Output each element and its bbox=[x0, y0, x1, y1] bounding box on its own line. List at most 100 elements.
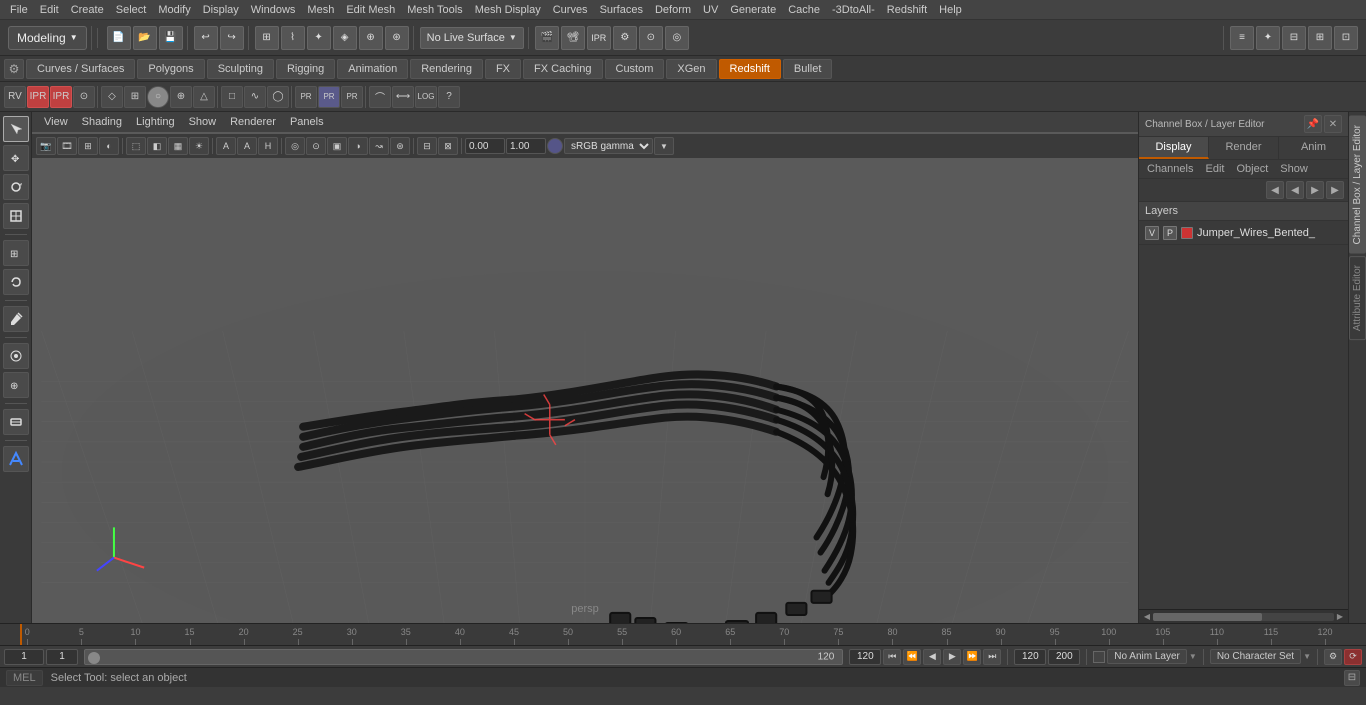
vp-isolate-btn[interactable]: ◎ bbox=[285, 137, 305, 155]
menu-redshift[interactable]: Redshift bbox=[881, 2, 933, 18]
snap-view-button[interactable]: ◈ bbox=[333, 26, 357, 50]
vp-cam-btn[interactable]: 📷 bbox=[36, 137, 56, 155]
scale-tool-button[interactable] bbox=[3, 203, 29, 229]
vp-backface-btn[interactable]: ▣ bbox=[327, 137, 347, 155]
rs-torus-btn[interactable]: ⊕ bbox=[170, 86, 192, 108]
vp-texture-btn[interactable]: ▦ bbox=[168, 137, 188, 155]
viewport[interactable]: View Shading Lighting Show Renderer Pane… bbox=[32, 112, 1138, 623]
menu-surfaces[interactable]: Surfaces bbox=[594, 2, 649, 18]
snap-live-button[interactable]: ⊛ bbox=[385, 26, 409, 50]
menu-modify[interactable]: Modify bbox=[152, 2, 196, 18]
mode-settings-icon[interactable]: ⚙ bbox=[4, 59, 24, 79]
vp-menu-show[interactable]: Show bbox=[183, 115, 223, 129]
mode-redshift[interactable]: Redshift bbox=[719, 59, 781, 79]
menu-create[interactable]: Create bbox=[65, 2, 110, 18]
vp-shadow-btn[interactable]: ◐ bbox=[99, 137, 119, 155]
vp-light-btn[interactable]: ☀ bbox=[189, 137, 209, 155]
vp-colorspace-down[interactable]: ▼ bbox=[654, 137, 674, 155]
maximize-button[interactable]: ⊡ bbox=[1334, 26, 1358, 50]
rp-layer-icon2[interactable]: ◀ bbox=[1286, 181, 1304, 199]
start-frame-input[interactable] bbox=[46, 649, 78, 665]
no-character-set-dropdown[interactable]: No Character Set bbox=[1210, 649, 1301, 664]
snap-curve-button[interactable]: ⌇ bbox=[281, 26, 305, 50]
side-tab-attribute-editor[interactable]: Attribute Editor bbox=[1349, 256, 1366, 340]
hide-button[interactable] bbox=[3, 409, 29, 435]
vp-aa2-btn[interactable]: A bbox=[237, 137, 257, 155]
menu-curves[interactable]: Curves bbox=[547, 2, 594, 18]
sculpt-button[interactable]: ⊕ bbox=[3, 372, 29, 398]
mode-sculpting[interactable]: Sculpting bbox=[207, 59, 274, 79]
vp-gamma-input[interactable] bbox=[465, 138, 505, 154]
menu-cache[interactable]: Cache bbox=[782, 2, 826, 18]
attribute-editor-button[interactable]: ✦ bbox=[1256, 26, 1280, 50]
rs-cube-btn[interactable]: □ bbox=[221, 86, 243, 108]
channel-tab-render[interactable]: Render bbox=[1209, 137, 1279, 159]
ipr-button[interactable]: IPR bbox=[587, 26, 611, 50]
pb-step-back[interactable]: ⏪ bbox=[903, 649, 921, 665]
rp-close-btn[interactable]: ✕ bbox=[1324, 115, 1342, 133]
no-live-surface-dropdown[interactable]: No Live Surface ▼ bbox=[420, 27, 524, 49]
menu-mesh[interactable]: Mesh bbox=[301, 2, 340, 18]
vp-menu-panels[interactable]: Panels bbox=[284, 115, 330, 129]
vp-menu-shading[interactable]: Shading bbox=[76, 115, 128, 129]
select-tool-button[interactable] bbox=[3, 116, 29, 142]
vp-exposure-input[interactable] bbox=[506, 138, 546, 154]
new-scene-button[interactable]: 📄 bbox=[107, 26, 131, 50]
rp-scroll-left[interactable]: ◀ bbox=[1141, 611, 1153, 623]
vp-extra2-btn[interactable]: ⊠ bbox=[438, 137, 458, 155]
mode-xgen[interactable]: XGen bbox=[666, 59, 716, 79]
vp-aa-btn[interactable]: A bbox=[216, 137, 236, 155]
channel-sub-channels[interactable]: Channels bbox=[1143, 162, 1197, 176]
rs-ipr2-btn[interactable]: IPR bbox=[50, 86, 72, 108]
layer-row-1[interactable]: V P Jumper_Wires_Bented_ bbox=[1139, 221, 1348, 245]
vp-colorspace-select[interactable]: sRGB gamma bbox=[564, 138, 653, 154]
range-playhead-thumb[interactable] bbox=[88, 652, 100, 664]
menu-edit-mesh[interactable]: Edit Mesh bbox=[340, 2, 401, 18]
menu-edit[interactable]: Edit bbox=[34, 2, 65, 18]
render-seq-button[interactable]: 📽 bbox=[561, 26, 585, 50]
mode-animation[interactable]: Animation bbox=[337, 59, 408, 79]
mode-custom[interactable]: Custom bbox=[605, 59, 665, 79]
layer-vis-v[interactable]: V bbox=[1145, 226, 1159, 240]
mode-fx[interactable]: FX bbox=[485, 59, 521, 79]
mode-fx-caching[interactable]: FX Caching bbox=[523, 59, 602, 79]
mode-rigging[interactable]: Rigging bbox=[276, 59, 335, 79]
vp-hud-btn[interactable]: H bbox=[258, 137, 278, 155]
snap-point-button[interactable]: ✦ bbox=[307, 26, 331, 50]
rs-wave-btn[interactable]: ∿ bbox=[244, 86, 266, 108]
render-settings-button[interactable]: ⚙ bbox=[613, 26, 637, 50]
lasso-select-button[interactable] bbox=[3, 269, 29, 295]
channel-sub-edit[interactable]: Edit bbox=[1201, 162, 1228, 176]
rp-layer-icon4[interactable]: ▶ bbox=[1326, 181, 1344, 199]
anim-max-input[interactable] bbox=[1048, 649, 1080, 665]
menu-mesh-display[interactable]: Mesh Display bbox=[469, 2, 547, 18]
rotate-tool-button[interactable] bbox=[3, 174, 29, 200]
save-scene-button[interactable]: 💾 bbox=[159, 26, 183, 50]
soft-select-button[interactable] bbox=[3, 343, 29, 369]
vp-menu-lighting[interactable]: Lighting bbox=[130, 115, 181, 129]
rs-shape-btn[interactable]: △ bbox=[193, 86, 215, 108]
menu-generate[interactable]: Generate bbox=[724, 2, 782, 18]
rs-pr3-btn[interactable]: PR bbox=[341, 86, 363, 108]
status-language[interactable]: MEL bbox=[6, 670, 43, 686]
move-tool-button[interactable]: ✥ bbox=[3, 145, 29, 171]
rs-diamond-btn[interactable]: ◇ bbox=[101, 86, 123, 108]
rs-extra1-btn[interactable]: ⊙ bbox=[73, 86, 95, 108]
menu-uv[interactable]: UV bbox=[697, 2, 724, 18]
rs-pr1-btn[interactable]: PR bbox=[295, 86, 317, 108]
rp-scrollbar[interactable]: ◀ ▶ bbox=[1139, 609, 1348, 623]
channel-box-button[interactable]: ≡ bbox=[1230, 26, 1254, 50]
pb-settings-btn[interactable]: ⚙ bbox=[1324, 649, 1342, 665]
rp-pin-btn[interactable]: 📌 bbox=[1304, 115, 1322, 133]
vp-grid-btn[interactable]: ⊞ bbox=[78, 137, 98, 155]
status-script-btn[interactable]: ⊟ bbox=[1344, 670, 1360, 686]
menu-mesh-tools[interactable]: Mesh Tools bbox=[401, 2, 468, 18]
rs-pr2-btn[interactable]: PR bbox=[318, 86, 340, 108]
timeline[interactable]: 0510152025303540455055606570758085909510… bbox=[0, 623, 1366, 645]
mode-bullet[interactable]: Bullet bbox=[783, 59, 833, 79]
rp-layer-icon1[interactable]: ◀ bbox=[1266, 181, 1284, 199]
snap-grid-button[interactable]: ⊞ bbox=[255, 26, 279, 50]
rs-bowl-btn[interactable]: ⌒ bbox=[369, 86, 391, 108]
transform-tool-button[interactable]: ⊞ bbox=[3, 240, 29, 266]
pb-go-end[interactable]: ⏭ bbox=[983, 649, 1001, 665]
